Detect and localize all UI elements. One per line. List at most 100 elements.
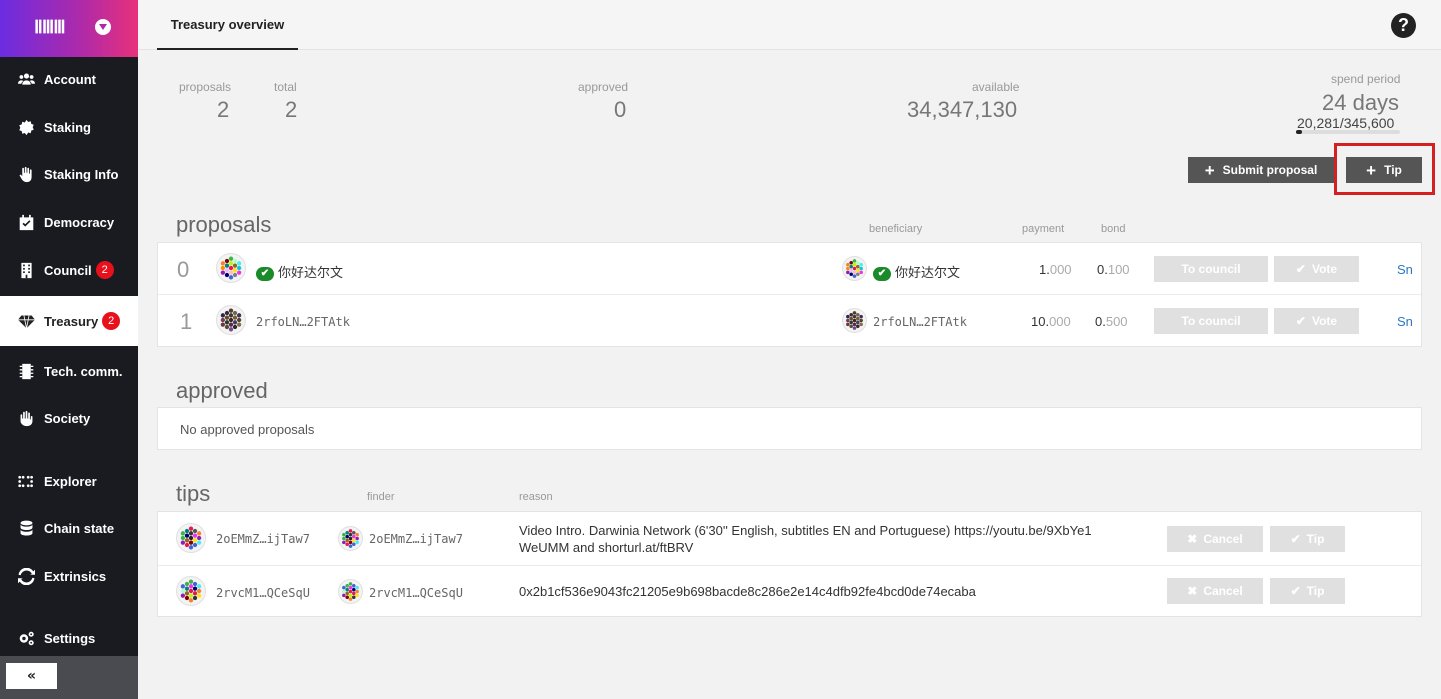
col-bond: bond — [1101, 223, 1126, 235]
tip-who-address[interactable]: 2oEMmZ…ijTaw7 — [216, 532, 310, 546]
bond-int: 0. — [1095, 314, 1106, 329]
sidebar-item-label: Society — [44, 410, 91, 426]
total-label: total — [274, 80, 297, 94]
to-council-button[interactable]: To council — [1154, 308, 1268, 334]
tip-approve-button[interactable]: ✔ Tip — [1270, 578, 1345, 604]
sidebar-item-label: Extrinsics — [44, 568, 107, 584]
vote-button[interactable]: ✔ Vote — [1274, 308, 1359, 334]
proposer-name[interactable]: ✔ 你好达尔文 — [256, 262, 343, 281]
payment-int: 10. — [1031, 314, 1050, 329]
tips-section-title: tips — [176, 481, 211, 506]
sidebar-item-staking[interactable]: Staking — [0, 109, 138, 145]
proposals-count-value: 2 — [217, 97, 230, 122]
logo-bar: ⅡⅢⅢ — [0, 0, 138, 57]
tip-label: Tip — [1306, 584, 1325, 598]
proposer-address[interactable]: 2rfoLN…2FTAtk — [256, 315, 350, 329]
sidebar-item-account[interactable]: Account — [0, 61, 138, 97]
submit-proposal-label: Submit proposal — [1222, 163, 1318, 177]
identicon-avatar[interactable] — [338, 579, 363, 604]
table-row: 0 ✔ 你好达尔文 ✔ 你好达尔文 1.000 0.100 To council ✔… — [158, 243, 1421, 295]
identicon-avatar[interactable] — [216, 253, 246, 283]
vote-label: Vote — [1311, 314, 1338, 328]
identicon-avatar[interactable] — [338, 526, 363, 551]
table-row: 2rvcM1…QCeSqU 2rvcM1…QCeSqU 0x2b1cf536e9… — [158, 566, 1421, 618]
payment-frac: 000 — [1049, 314, 1071, 329]
submit-proposal-button[interactable]: + Submit proposal — [1188, 157, 1334, 183]
bond-int: 0. — [1097, 262, 1108, 277]
subscan-link[interactable]: Sn — [1397, 262, 1413, 277]
sidebar-item-staking-info[interactable]: Staking Info — [0, 156, 138, 192]
to-council-button[interactable]: To council — [1154, 256, 1268, 282]
help-icon[interactable]: ? — [1391, 13, 1416, 38]
approved-section-title: approved — [176, 378, 268, 403]
tab-treasury-overview[interactable]: Treasury overview — [157, 0, 298, 50]
check-icon: ✔ — [1295, 262, 1306, 276]
proposal-index: 0 — [177, 257, 190, 282]
sidebar-item-label: Treasury — [44, 313, 99, 329]
tips-table: 2oEMmZ…ijTaw7 2oEMmZ…ijTaw7 Video Intro.… — [157, 511, 1422, 617]
tip-finder-address[interactable]: 2oEMmZ…ijTaw7 — [369, 532, 463, 546]
sidebar-item-label: Democracy — [44, 214, 115, 230]
cancel-label: Cancel — [1203, 532, 1243, 546]
approved-table: No approved proposals — [157, 407, 1422, 450]
app-logo[interactable]: ⅡⅢⅢ — [34, 17, 66, 38]
sync-icon — [17, 567, 35, 585]
identicon-avatar[interactable] — [842, 308, 867, 333]
spend-period-label: spend period — [1331, 72, 1401, 86]
sidebar-item-settings[interactable]: Settings — [0, 620, 138, 656]
beneficiary-address[interactable]: 2rfoLN…2FTAtk — [873, 315, 967, 329]
spend-period-value: 24 days — [1322, 90, 1400, 115]
tip-reason: 0x2b1cf536e9043fc21205e9b698bacde8c286e2… — [519, 584, 976, 599]
sidebar-item-label: Explorer — [44, 473, 97, 489]
proposer-label: 你好达尔文 — [278, 265, 344, 280]
hand-icon — [17, 165, 35, 183]
beneficiary-name[interactable]: ✔ 你好达尔文 — [873, 262, 960, 281]
cancel-tip-button[interactable]: ✖ Cancel — [1167, 526, 1263, 552]
vote-button[interactable]: ✔ Vote — [1274, 256, 1359, 282]
treasury-badge: 2 — [102, 312, 121, 330]
cancel-tip-button[interactable]: ✖ Cancel — [1167, 578, 1263, 604]
payment-value: 1.000 — [1039, 262, 1072, 277]
calendar-check-icon — [17, 213, 35, 231]
sidebar-item-label: Staking — [44, 119, 91, 135]
proposal-index: 1 — [180, 309, 193, 334]
identicon-avatar[interactable] — [176, 523, 206, 553]
proposals-table: 0 ✔ 你好达尔文 ✔ 你好达尔文 1.000 0.100 To council ✔… — [157, 242, 1422, 347]
available-value: 34,347,130 — [907, 97, 1018, 122]
top-bar: Treasury overview ? — [138, 0, 1441, 50]
col-beneficiary: beneficiary — [869, 223, 923, 235]
tip-finder-address[interactable]: 2rvcM1…QCeSqU — [369, 586, 463, 600]
bond-frac: 500 — [1105, 314, 1128, 329]
payment-frac: 000 — [1049, 262, 1072, 277]
collapse-sidebar-button[interactable]: « — [6, 663, 57, 689]
sidebar-item-explorer[interactable]: Explorer — [0, 463, 138, 499]
total-value: 2 — [285, 97, 298, 122]
col-reason: reason — [519, 491, 553, 503]
approved-count-label: approved — [578, 80, 629, 94]
subscan-link[interactable]: Sn — [1397, 314, 1413, 329]
sidebar-item-society[interactable]: Society — [0, 400, 138, 436]
sidebar-item-label: Tech. comm. — [44, 363, 123, 379]
payment-int: 1. — [1039, 262, 1050, 277]
tip-reason: Video Intro. Darwinia Network (6'30'' En… — [519, 522, 1092, 556]
check-icon: ✔ — [1295, 314, 1306, 328]
sidebar-item-treasury[interactable]: Treasury 2 — [0, 296, 138, 346]
sidebar-item-chain-state[interactable]: Chain state — [0, 510, 138, 546]
sidebar-item-extrinsics[interactable]: Extrinsics — [0, 558, 138, 594]
sidebar-item-label: Settings — [44, 630, 96, 646]
building-icon — [17, 261, 35, 279]
tip-who-address[interactable]: 2rvcM1…QCeSqU — [216, 586, 310, 600]
chain-dropdown-icon[interactable] — [95, 19, 111, 35]
vote-label: Vote — [1311, 262, 1338, 276]
sidebar-item-council[interactable]: Council 2 — [0, 252, 138, 288]
table-row: 2oEMmZ…ijTaw7 2oEMmZ…ijTaw7 Video Intro.… — [158, 512, 1421, 566]
identicon-avatar[interactable] — [216, 305, 246, 335]
cogs-icon — [17, 629, 35, 647]
bond-value: 0.100 — [1097, 262, 1130, 277]
sidebar-item-democracy[interactable]: Democracy — [0, 204, 138, 240]
identicon-avatar[interactable] — [176, 576, 206, 606]
sidebar-item-tech-comm[interactable]: Tech. comm. — [0, 353, 138, 389]
tip-approve-button[interactable]: ✔ Tip — [1270, 526, 1345, 552]
identicon-avatar[interactable] — [842, 256, 867, 281]
collapse-bar: « — [0, 656, 138, 699]
